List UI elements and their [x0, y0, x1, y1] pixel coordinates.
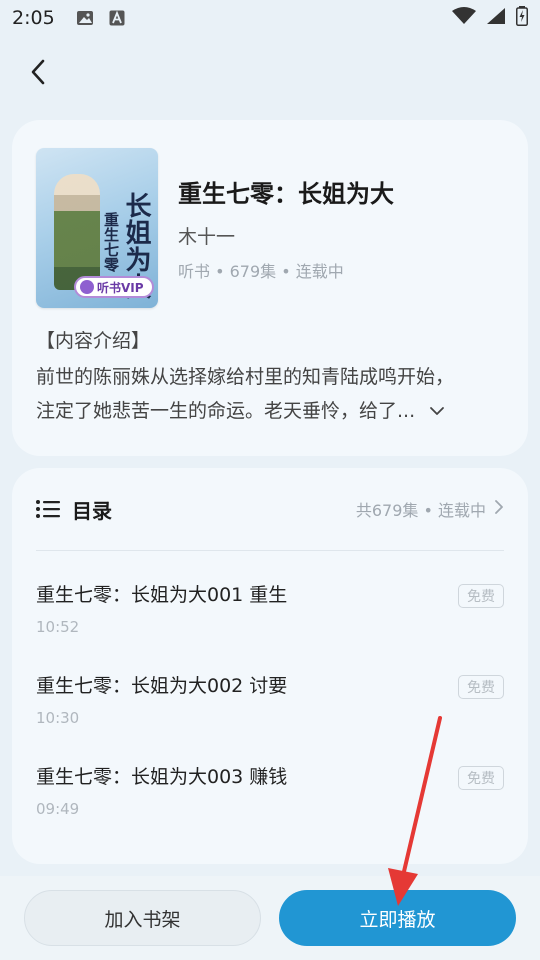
back-button[interactable]	[18, 54, 58, 94]
chevron-right-icon	[494, 499, 504, 519]
episode-duration: 09:49	[36, 800, 80, 818]
vip-icon	[80, 280, 94, 294]
status-time: 2:05	[12, 7, 55, 29]
cover-illustration	[54, 174, 100, 290]
list-icon	[36, 500, 60, 518]
toc-summary: 共679集 • 连载中	[355, 501, 486, 520]
intro-text[interactable]: 前世的陈丽姝从选择嫁给村里的知青陆成鸣开始， 注定了她悲苦一生的命运。老天垂怜，…	[36, 360, 506, 428]
toc-card: 目录 共679集 • 连载中 重生七零：长姐为大001 重生 10:52 免费 …	[12, 468, 528, 864]
intro-line-1: 前世的陈丽姝从选择嫁给村里的知青陆成鸣开始，	[36, 366, 455, 388]
intro-heading: 【内容介绍】	[36, 330, 151, 352]
intro-line-2-row: 注定了她悲苦一生的命运。老天垂怜，给了...	[36, 394, 506, 428]
book-title: 重生七零：长姐为大	[178, 180, 394, 208]
vip-label: 听书VIP	[97, 280, 144, 295]
toc-summary-link[interactable]: 共679集 • 连载中	[356, 497, 504, 521]
battery-charging-icon	[516, 5, 528, 31]
gallery-notification-icon	[75, 9, 95, 27]
free-badge: 免费	[458, 766, 504, 790]
toc-header: 目录 共679集 • 连载中	[36, 494, 504, 524]
cover-title-sub: 重生七零	[102, 212, 120, 272]
bottom-action-bar: 加入书架 立即播放	[0, 876, 540, 960]
play-now-button[interactable]: 立即播放	[279, 890, 516, 946]
book-cover[interactable]: 长姐为大 重生七零 听书VIP	[36, 148, 158, 308]
book-info-card: 长姐为大 重生七零 听书VIP 重生七零：长姐为大 木十一 听书 • 679集 …	[12, 120, 528, 456]
status-indicators	[452, 5, 528, 31]
episode-item[interactable]: 重生七零：长姐为大003 赚钱 09:49 免费	[36, 762, 504, 832]
toc-divider	[36, 550, 504, 551]
episode-item[interactable]: 重生七零：长姐为大002 讨要 10:30 免费	[36, 671, 504, 741]
app-notification-icon	[107, 9, 127, 27]
episode-title: 重生七零：长姐为大002 讨要	[36, 675, 288, 697]
book-meta: 听书 • 679集 • 连载中	[178, 262, 344, 281]
intro-line-2: 注定了她悲苦一生的命运。老天垂怜，给了...	[36, 400, 416, 422]
episode-item[interactable]: 重生七零：长姐为大001 重生 10:52 免费	[36, 580, 504, 650]
episode-title: 重生七零：长姐为大001 重生	[36, 584, 288, 606]
cellular-signal-icon	[486, 7, 506, 30]
status-bar: 2:05	[0, 0, 540, 36]
vip-badge: 听书VIP	[74, 276, 154, 298]
add-to-shelf-button[interactable]: 加入书架	[24, 890, 261, 946]
episode-title: 重生七零：长姐为大003 赚钱	[36, 766, 288, 788]
book-author[interactable]: 木十一	[178, 222, 235, 249]
toc-title: 目录	[72, 498, 112, 523]
wifi-icon	[452, 6, 476, 30]
chevron-left-icon	[30, 59, 46, 89]
free-badge: 免费	[458, 675, 504, 699]
chevron-down-icon[interactable]	[429, 406, 445, 416]
episode-duration: 10:30	[36, 709, 80, 727]
free-badge: 免费	[458, 584, 504, 608]
episode-duration: 10:52	[36, 618, 80, 636]
